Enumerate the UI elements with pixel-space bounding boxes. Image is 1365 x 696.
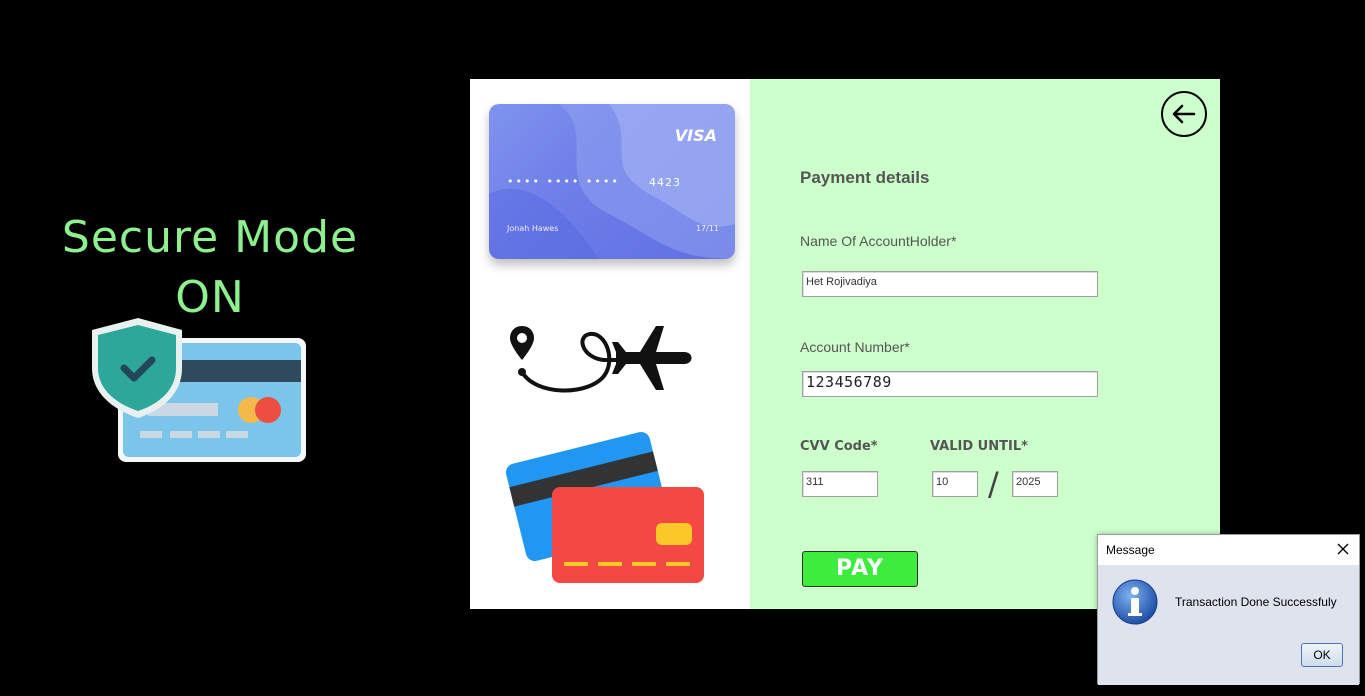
illustration-panel: VISA •••• •••• •••• 4423 Jonah Hawes 17/…: [470, 79, 750, 609]
dialog-body: Transaction Done Successfuly OK: [1098, 565, 1359, 685]
secure-card-icon: [92, 318, 306, 462]
cvv-field[interactable]: 311: [802, 471, 878, 497]
payment-details-title: Payment details: [800, 168, 930, 187]
cvv-label: CVV Code*: [800, 439, 878, 454]
secure-mode-line1: Secure Mode: [61, 212, 359, 263]
credit-cards-icon: [506, 432, 704, 583]
visa-card-image: VISA •••• •••• •••• 4423 Jonah Hawes 17/…: [489, 104, 735, 259]
valid-until-label: VALID UNTIL*: [930, 439, 1028, 454]
card-last-digits: 4423: [649, 176, 681, 189]
message-dialog: Message Transaction Done Successfuly OK: [1097, 534, 1360, 685]
travel-route-icon: [510, 326, 692, 393]
card-expiry: 17/11: [695, 224, 719, 233]
name-label: Name Of AccountHolder*: [800, 233, 957, 249]
info-icon: [1112, 579, 1158, 625]
name-field[interactable]: Het Rojivadiya: [802, 271, 1098, 297]
close-icon[interactable]: [1335, 541, 1351, 557]
visa-logo: VISA: [674, 126, 717, 145]
dialog-message: Transaction Done Successfuly: [1175, 595, 1337, 609]
back-button[interactable]: [1161, 91, 1207, 137]
payment-form-panel: Payment details Name Of AccountHolder* H…: [750, 79, 1220, 609]
card-holder-name: Jonah Hawes: [507, 224, 559, 233]
date-separator: /: [988, 465, 999, 503]
expiry-year-field[interactable]: 2025: [1012, 471, 1058, 497]
account-number-label: Account Number*: [800, 339, 910, 355]
back-arrow-icon: [1172, 104, 1196, 124]
dialog-title: Message: [1106, 543, 1155, 557]
dialog-titlebar: Message: [1098, 535, 1359, 565]
account-number-field[interactable]: 123456789: [802, 371, 1098, 397]
expiry-month-field[interactable]: 10: [932, 471, 978, 497]
secure-mode-title: Secure Mode ON: [40, 208, 380, 328]
ok-button[interactable]: OK: [1301, 643, 1343, 667]
card-number-dots: •••• •••• ••••: [507, 175, 620, 188]
pay-button[interactable]: PAY: [802, 551, 918, 587]
